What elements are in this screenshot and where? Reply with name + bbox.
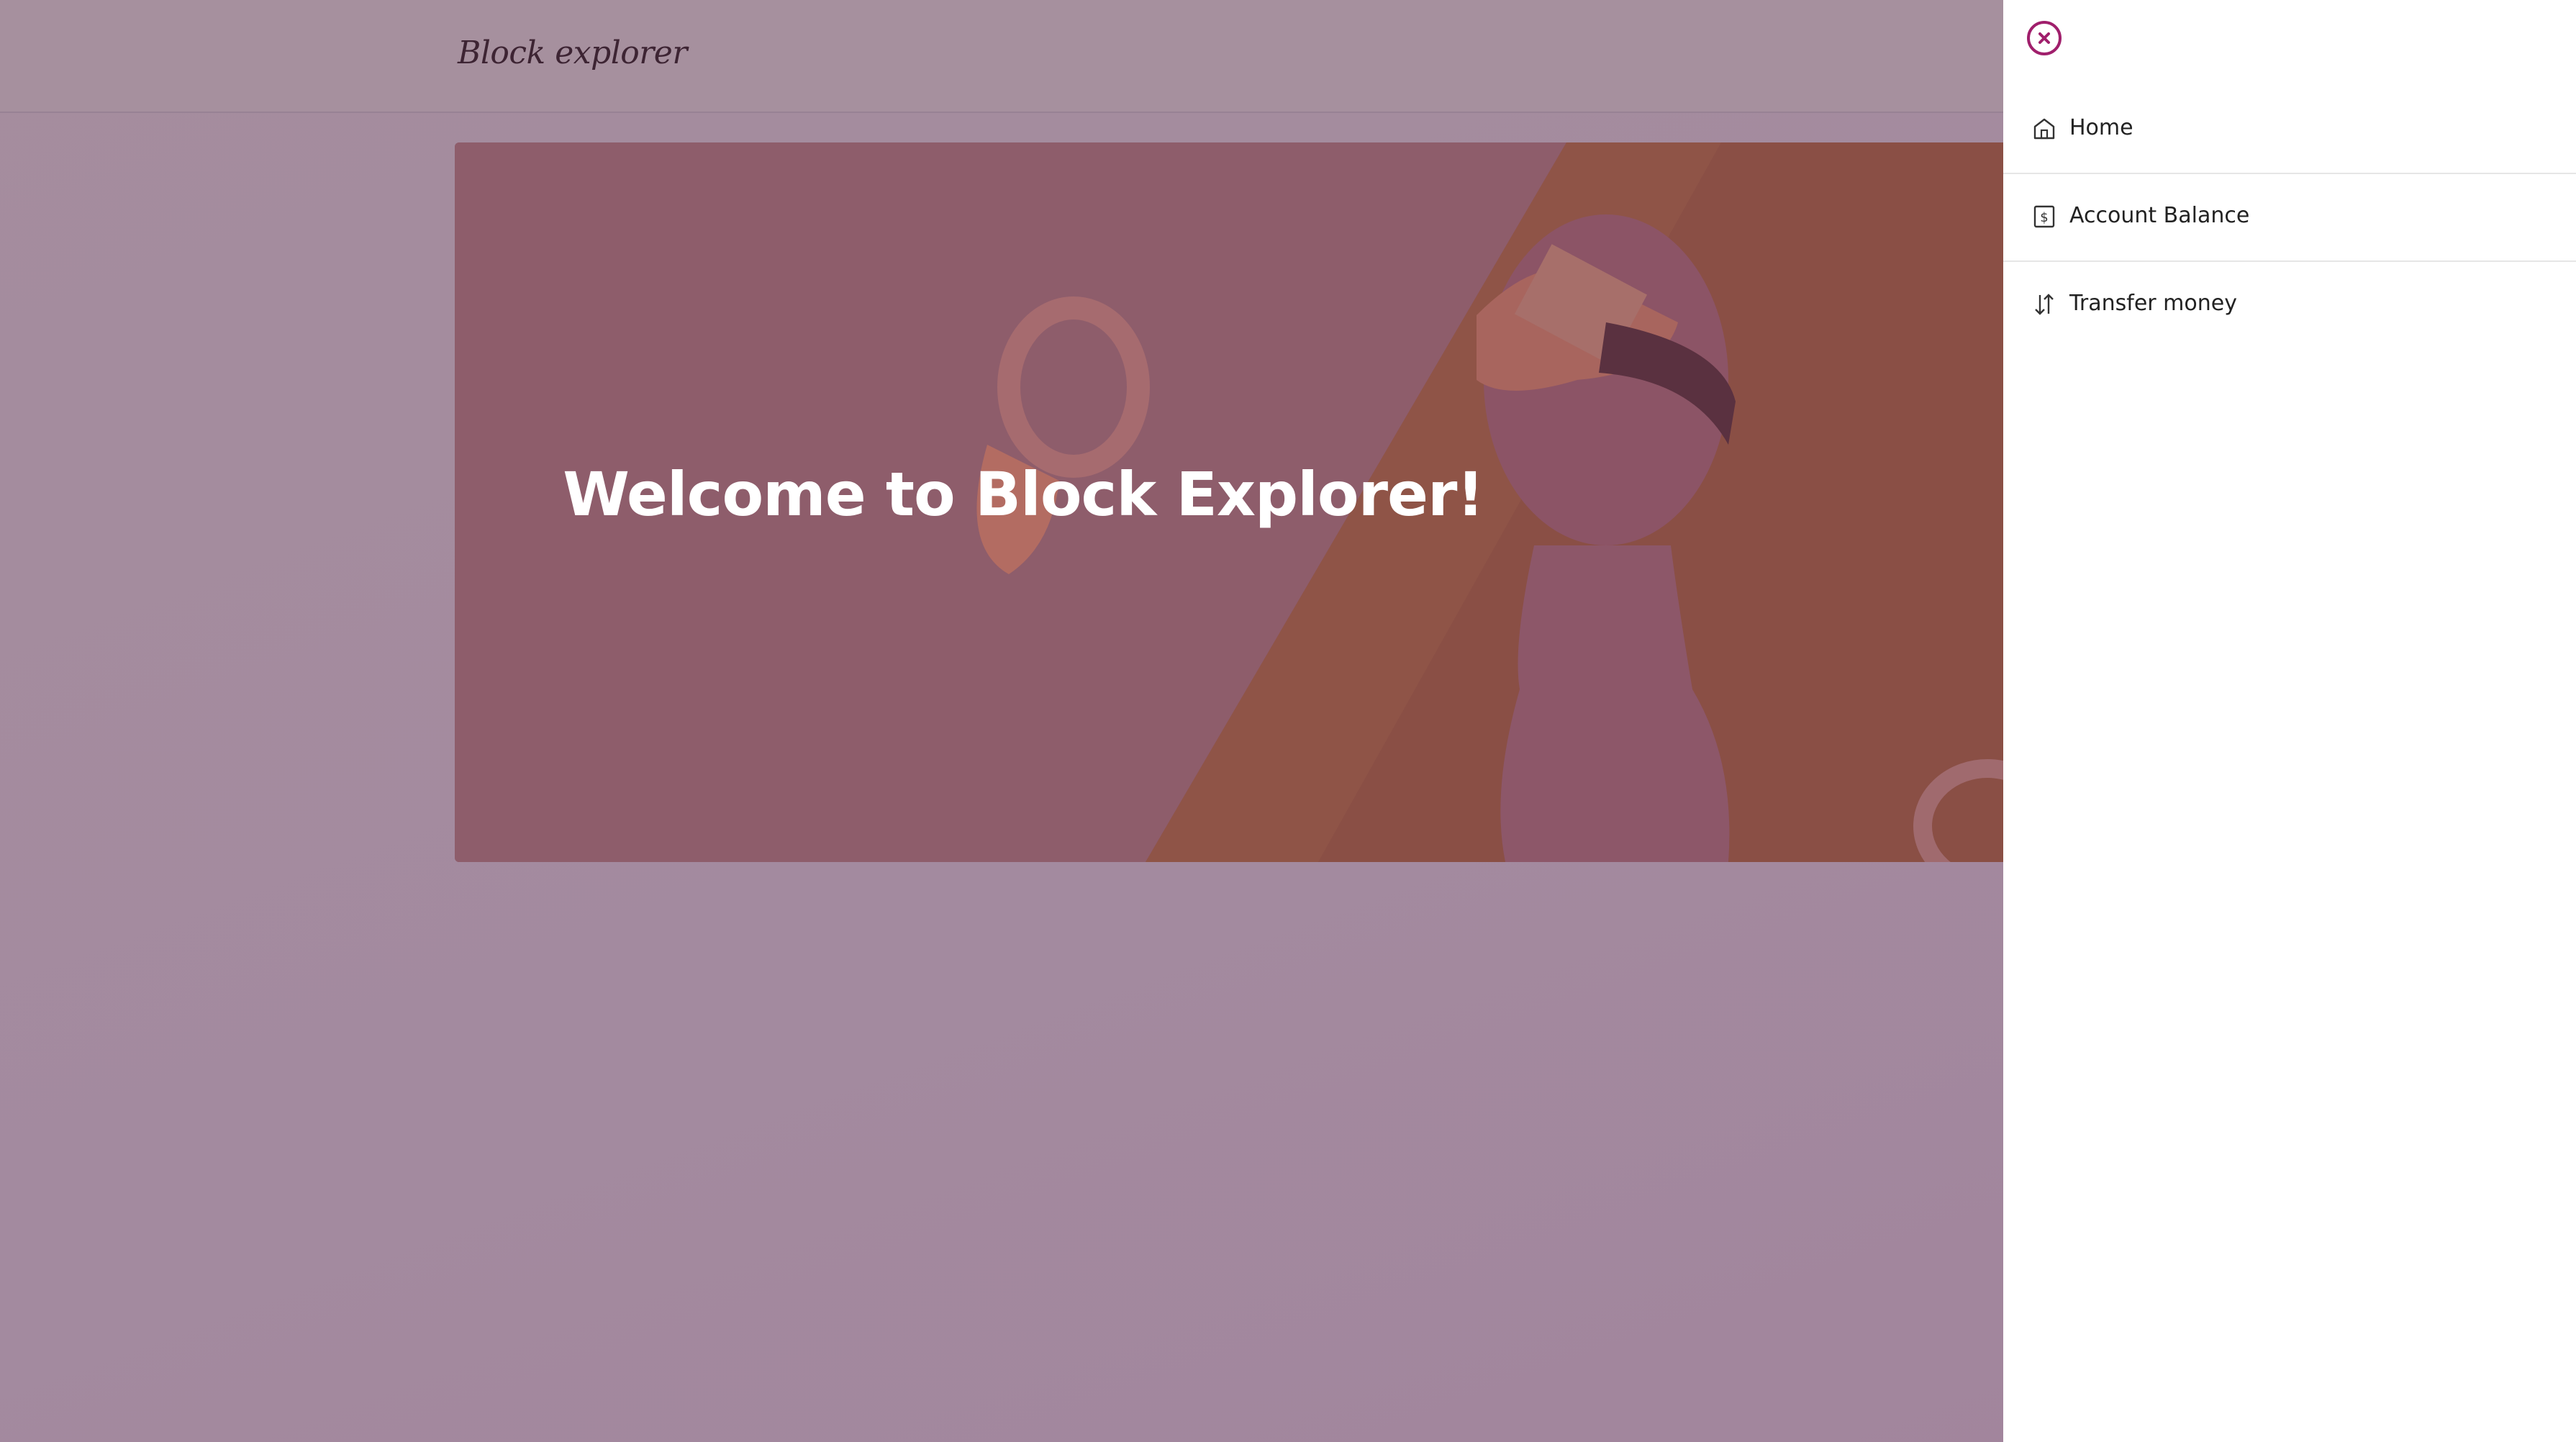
drawer-item-account-balance[interactable]: $ Account Balance: [2003, 174, 2576, 262]
close-button[interactable]: [2027, 21, 2062, 55]
hero-title: Welcome to Block Explorer!: [563, 459, 1484, 530]
page: Block explorer Welcome to Block Explorer…: [0, 0, 2576, 1442]
transfer-icon: [2035, 294, 2054, 315]
drawer-item-label: Transfer money: [2069, 291, 2237, 316]
drawer-item-transfer-money[interactable]: Transfer money: [2003, 262, 2576, 348]
drawer-item-label: Account Balance: [2069, 203, 2250, 228]
top-header: Block explorer: [0, 0, 2003, 113]
svg-text:$: $: [2040, 210, 2048, 225]
home-icon: [2033, 118, 2055, 140]
dollar-icon: $: [2033, 205, 2055, 228]
close-icon: [2038, 32, 2050, 44]
brand-logo[interactable]: Block explorer: [458, 35, 687, 71]
drawer-item-label: Home: [2069, 115, 2133, 140]
drawer-item-home[interactable]: Home: [2003, 86, 2576, 174]
hero-banner: Welcome to Block Explorer!: [455, 142, 2003, 862]
